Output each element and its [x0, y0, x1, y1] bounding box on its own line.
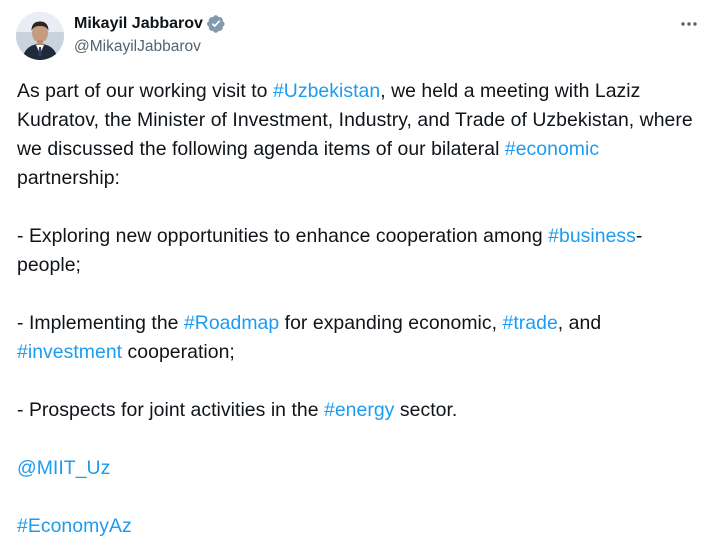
paragraph-item-1: - Exploring new opportunities to enhance… — [17, 222, 701, 280]
hashtag-link[interactable]: #Roadmap — [184, 312, 279, 334]
mention-paragraph: @MIIT_Uz — [17, 454, 701, 483]
verified-badge-icon[interactable] — [206, 14, 226, 34]
text-segment: , and — [557, 312, 602, 334]
text-segment: As part of our working visit to — [17, 80, 273, 102]
hashtag-link[interactable]: #business — [548, 225, 636, 247]
author-info: Mikayil Jabbarov @MikayilJabbarov — [74, 13, 226, 56]
tweet-header: Mikayil Jabbarov @MikayilJabbarov — [16, 12, 698, 62]
text-segment: sector. — [394, 399, 458, 421]
text-segment: - Exploring new opportunities to enhance… — [17, 225, 549, 247]
display-name[interactable]: Mikayil Jabbarov — [74, 15, 203, 33]
avatar-photo — [16, 12, 64, 60]
paragraph-item-3: - Prospects for joint activities in the … — [17, 396, 701, 425]
author-handle[interactable]: @MikayilJabbarov — [74, 38, 226, 56]
hashtag-link[interactable]: #investment — [17, 341, 122, 363]
tweet-text: As part of our working visit to #Uzbekis… — [17, 77, 701, 541]
hashtag-link[interactable]: #EconomyAz — [17, 515, 132, 537]
hashtag-link[interactable]: #economic — [505, 138, 599, 160]
hashtag-link[interactable]: #trade — [503, 312, 558, 334]
tweet-card: Mikayil Jabbarov @MikayilJabbarov As par… — [0, 0, 714, 546]
hashtag-link[interactable]: #energy — [324, 399, 394, 421]
text-segment: cooperation; — [122, 341, 235, 363]
text-segment: - Prospects for joint activities in the — [17, 399, 324, 421]
hashtag-link[interactable]: #Uzbekistan — [273, 80, 380, 102]
text-segment: partnership: — [17, 167, 120, 189]
text-segment: for expanding economic, — [279, 312, 503, 334]
text-segment: - Implementing the — [17, 312, 184, 334]
hashtag-paragraph: #EconomyAz — [17, 512, 701, 541]
name-row: Mikayil Jabbarov — [74, 13, 226, 35]
avatar[interactable] — [16, 12, 64, 60]
paragraph-item-2: - Implementing the #Roadmap for expandin… — [17, 309, 701, 367]
mention-link[interactable]: @MIIT_Uz — [17, 457, 110, 479]
more-options-icon[interactable] — [678, 14, 700, 34]
paragraph-intro: As part of our working visit to #Uzbekis… — [17, 77, 701, 193]
